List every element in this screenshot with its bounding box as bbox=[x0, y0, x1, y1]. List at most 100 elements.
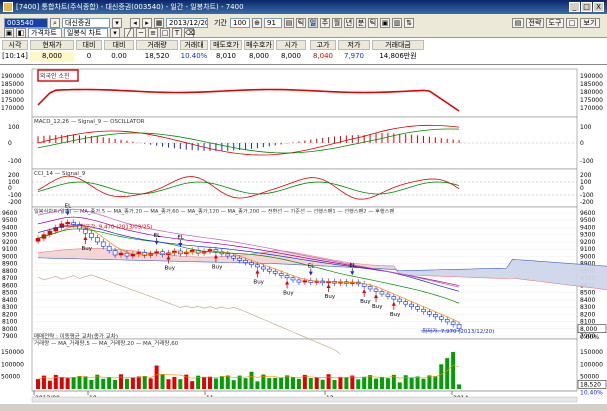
draw-text-icon[interactable]: T bbox=[172, 28, 182, 38]
volume-bar bbox=[344, 377, 349, 389]
quote-value: 8,000 bbox=[30, 52, 74, 62]
compare-icon[interactable]: ⇅ bbox=[404, 18, 414, 28]
menu-icon[interactable]: ▤ bbox=[512, 18, 524, 28]
price-tick-left: 8800 bbox=[2, 268, 17, 275]
volume-bar bbox=[59, 377, 64, 389]
volume-tick-left: 100000 bbox=[1, 361, 24, 368]
interval-month-button[interactable]: 월 bbox=[332, 18, 342, 28]
candle-body bbox=[118, 252, 124, 256]
eraser-icon[interactable]: ⌫ bbox=[184, 28, 195, 38]
price-tick: 9500 bbox=[580, 217, 595, 224]
candle-body bbox=[71, 222, 76, 225]
volume-bar bbox=[350, 375, 355, 389]
interval-year-button[interactable]: 년 bbox=[344, 18, 354, 28]
window-icon[interactable]: □ bbox=[566, 18, 578, 28]
draw-hline-icon[interactable]: ─ bbox=[136, 28, 146, 38]
price-tick-left: 9300 bbox=[2, 232, 17, 239]
calendar-icon[interactable]: ▣ bbox=[380, 18, 390, 28]
draw-rect-icon[interactable]: □ bbox=[160, 28, 170, 38]
volume-bar bbox=[65, 378, 70, 389]
volume-bar bbox=[71, 377, 76, 389]
volume-bar bbox=[397, 382, 402, 389]
candle-body bbox=[385, 293, 391, 297]
stock-code-input[interactable]: 003540 bbox=[4, 18, 48, 28]
chart-canvas[interactable]: 1900001900001850001850001800001800001750… bbox=[0, 65, 607, 404]
next-arrow-icon[interactable]: ▸ bbox=[142, 18, 152, 28]
price-tick-left: 9400 bbox=[2, 224, 17, 231]
interval-week-button[interactable]: 주 bbox=[320, 18, 330, 28]
tick-button[interactable]: 틱 bbox=[296, 18, 306, 28]
quote-value: 0.00 bbox=[111, 52, 127, 60]
volume-bar bbox=[279, 377, 284, 389]
chart-type-select[interactable]: 가격차트 bbox=[28, 28, 62, 38]
price-tick-left: 8000 bbox=[2, 326, 17, 333]
candle-body bbox=[373, 288, 379, 292]
search-icon[interactable]: ⌕ bbox=[50, 18, 60, 28]
maximize-button[interactable]: □ bbox=[581, 2, 592, 12]
quote-value: 0 bbox=[86, 52, 92, 60]
quote-value: 18,520 bbox=[144, 52, 170, 60]
sell-tag: EL bbox=[65, 204, 72, 210]
stock-name-field[interactable]: 대신증권 bbox=[62, 18, 110, 28]
chart-style-select[interactable]: 일봉식 차트 bbox=[64, 28, 108, 38]
chart-icon[interactable]: ▦ bbox=[154, 18, 164, 28]
draw-fib-icon[interactable]: ≡ bbox=[148, 28, 158, 38]
period-input[interactable]: 100 bbox=[230, 18, 250, 28]
zoom-input[interactable]: 91 bbox=[264, 18, 282, 28]
date-field[interactable]: 2013/12/20 bbox=[166, 18, 208, 28]
candle-body bbox=[130, 253, 136, 257]
candle-body bbox=[89, 232, 94, 238]
tools-button[interactable]: 도구 bbox=[546, 18, 564, 28]
candle-body bbox=[403, 301, 408, 305]
volume-bar bbox=[190, 381, 195, 389]
interval-minute-button[interactable]: 분 bbox=[356, 18, 366, 28]
interval-day-button[interactable]: 일 bbox=[308, 18, 318, 28]
volume-bar bbox=[285, 375, 290, 389]
buy-tag: Buy bbox=[283, 290, 294, 296]
quote-col-header: 대비 bbox=[104, 40, 134, 50]
style-dropdown-icon[interactable]: ▾ bbox=[110, 28, 120, 38]
period-label: 기간 bbox=[214, 19, 227, 27]
volume-bar bbox=[89, 379, 94, 389]
volume-bar bbox=[445, 358, 450, 389]
prev-arrow-icon[interactable]: ◂ bbox=[130, 18, 140, 28]
price-tick-left: 7900 bbox=[2, 333, 17, 340]
volume-bar bbox=[47, 380, 52, 389]
interval-tick-button[interactable]: 틱 bbox=[368, 18, 378, 28]
price-tick: 9000 bbox=[580, 253, 595, 260]
volume-bar bbox=[101, 378, 106, 389]
view-button[interactable]: 보기 bbox=[580, 18, 600, 28]
volume-bar bbox=[433, 376, 438, 389]
quote-col-header: 저가 bbox=[338, 40, 370, 50]
buy-tag: Buy bbox=[164, 265, 175, 271]
color-icon[interactable]: ◧ bbox=[16, 28, 26, 38]
table-icon[interactable]: ▥ bbox=[392, 18, 402, 28]
zoom-icon[interactable]: ⊕ bbox=[252, 18, 262, 28]
high-note: 최고가: 9,470 (2013/09/25) bbox=[80, 222, 152, 230]
quote-col-header: 거래량 bbox=[136, 40, 178, 50]
volume-bar bbox=[291, 377, 296, 389]
volume-tick: 100000 bbox=[580, 361, 603, 368]
strategy-button[interactable]: 전략 bbox=[526, 18, 544, 28]
cci-tick: 200 bbox=[580, 172, 592, 179]
investor-tick: 180000 bbox=[580, 89, 603, 96]
candle-body bbox=[95, 237, 100, 243]
buy-tag: Buy bbox=[212, 264, 223, 270]
price-tick: 9100 bbox=[580, 246, 595, 253]
dropdown-icon[interactable]: ▾ bbox=[112, 18, 122, 28]
sell-tag: EL bbox=[177, 235, 184, 241]
minimize-button[interactable]: _ bbox=[569, 2, 580, 12]
volume-bar bbox=[255, 381, 260, 389]
investor-label: 외국인 소진 bbox=[40, 72, 70, 80]
volume-bar bbox=[231, 380, 236, 389]
quote-header: 시각 현재가 대비 대비 거래량 거래대 매도호가 매수호가 시가 고가 저가 거래대금 [10:14]… bbox=[0, 38, 607, 65]
cci-tick-left: 0 bbox=[8, 185, 12, 192]
draw-line-icon[interactable]: ╱ bbox=[124, 28, 134, 38]
horizontal-scrollbar bbox=[31, 396, 578, 403]
close-button[interactable]: X bbox=[593, 2, 604, 12]
lock-icon[interactable]: ▣ bbox=[4, 28, 14, 38]
volume-bar bbox=[136, 376, 141, 389]
grid-icon[interactable]: ▤ bbox=[284, 18, 294, 28]
investor-tick-left: 175000 bbox=[1, 97, 24, 104]
quote-col-header: 거래대 bbox=[180, 40, 208, 50]
